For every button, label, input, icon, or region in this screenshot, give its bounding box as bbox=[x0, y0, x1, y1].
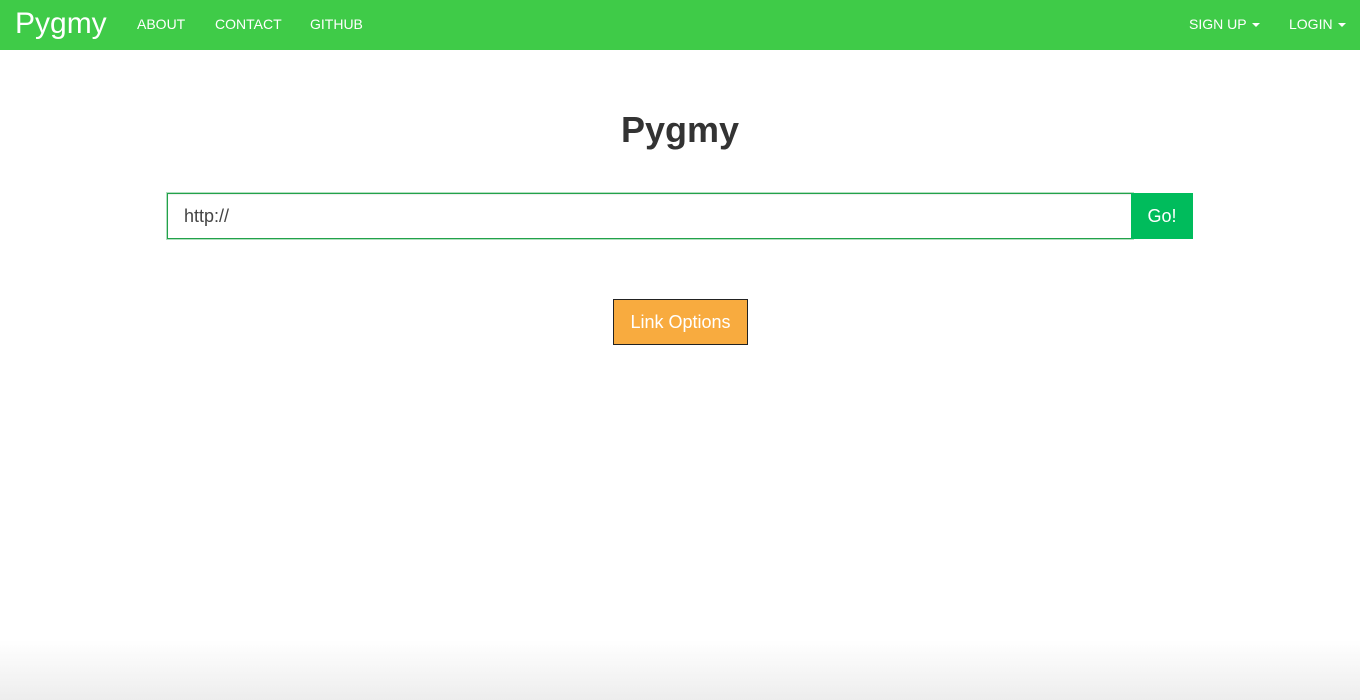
login-label: LOGIN bbox=[1289, 16, 1333, 32]
nav-github-link[interactable]: GITHUB bbox=[310, 16, 363, 32]
page-title: Pygmy bbox=[620, 109, 740, 150]
brand-link[interactable]: Pygmy bbox=[15, 6, 107, 42]
signup-dropdown[interactable]: SIGN UP bbox=[1189, 16, 1260, 32]
nav-about-link[interactable]: ABOUT bbox=[137, 16, 185, 32]
signup-label: SIGN UP bbox=[1189, 16, 1247, 32]
bottom-shade bbox=[0, 640, 1360, 700]
login-dropdown[interactable]: LOGIN bbox=[1289, 16, 1346, 32]
url-input[interactable] bbox=[167, 193, 1133, 239]
link-options-button[interactable]: Link Options bbox=[613, 299, 748, 345]
go-button[interactable]: Go! bbox=[1131, 193, 1193, 239]
caret-down-icon bbox=[1251, 23, 1260, 28]
nav-contact-link[interactable]: CONTACT bbox=[215, 16, 282, 32]
caret-down-icon bbox=[1337, 23, 1346, 28]
navbar: Pygmy ABOUT CONTACT GITHUB SIGN UP LOGIN bbox=[0, 0, 1360, 50]
